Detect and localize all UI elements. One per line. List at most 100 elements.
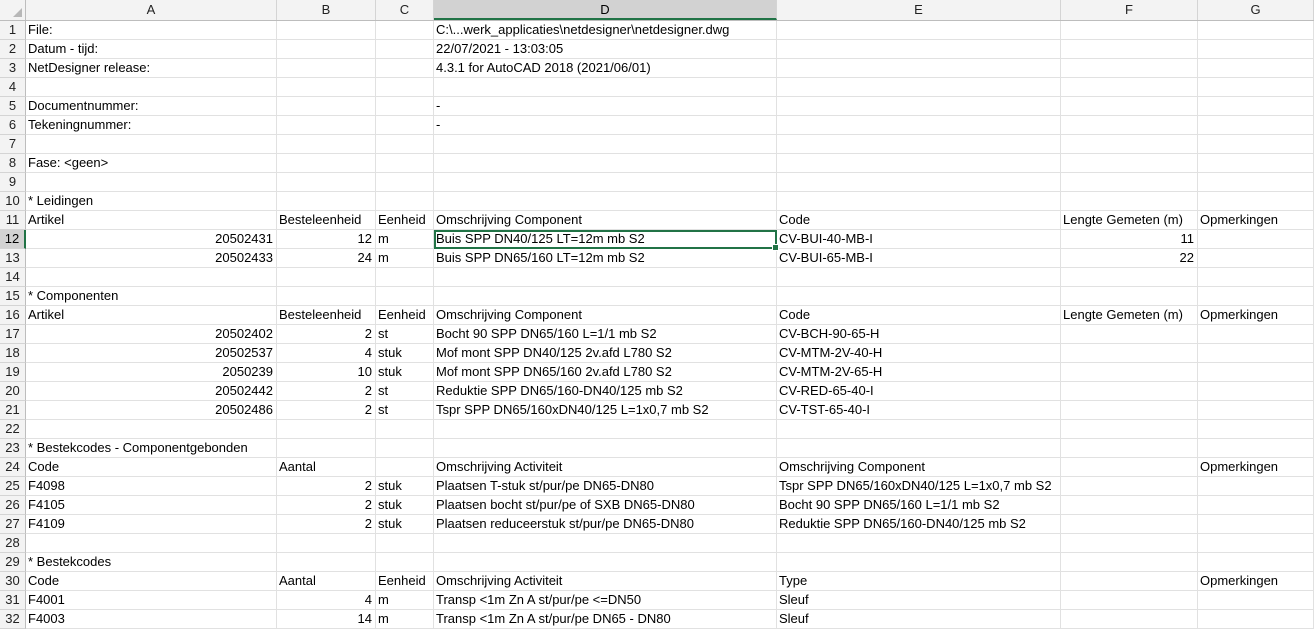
cell-f31[interactable] [1061, 591, 1198, 610]
cell-e1[interactable] [777, 21, 1061, 40]
cell-a9[interactable] [26, 173, 277, 192]
cell-a8[interactable]: Fase: <geen> [26, 154, 277, 173]
cell-f23[interactable] [1061, 439, 1198, 458]
column-header-a[interactable]: A [26, 0, 277, 20]
cell-g2[interactable] [1198, 40, 1314, 59]
cell-f30[interactable] [1061, 572, 1198, 591]
cell-g23[interactable] [1198, 439, 1314, 458]
column-header-g[interactable]: G [1198, 0, 1314, 20]
cell-e20[interactable]: CV-RED-65-40-I [777, 382, 1061, 401]
cell-b19[interactable]: 10 [277, 363, 376, 382]
cell-d14[interactable] [434, 268, 777, 287]
cell-e10[interactable] [777, 192, 1061, 211]
cell-c19[interactable]: stuk [376, 363, 434, 382]
row-header[interactable]: 7 [0, 135, 26, 154]
row-header[interactable]: 26 [0, 496, 26, 515]
cell-d4[interactable] [434, 78, 777, 97]
cell-c13[interactable]: m [376, 249, 434, 268]
cell-g29[interactable] [1198, 553, 1314, 572]
cell-a16[interactable]: Artikel [26, 306, 277, 325]
cell-d10[interactable] [434, 192, 777, 211]
cell-c26[interactable]: stuk [376, 496, 434, 515]
cell-b11[interactable]: Besteleenheid [277, 211, 376, 230]
row-header[interactable]: 22 [0, 420, 26, 439]
cell-b32[interactable]: 14 [277, 610, 376, 629]
cell-c22[interactable] [376, 420, 434, 439]
cell-g20[interactable] [1198, 382, 1314, 401]
cell-a11[interactable]: Artikel [26, 211, 277, 230]
cell-b13[interactable]: 24 [277, 249, 376, 268]
cell-g9[interactable] [1198, 173, 1314, 192]
cell-a19[interactable]: 2050239 [26, 363, 277, 382]
cell-d32[interactable]: Transp <1m Zn A st/pur/pe DN65 - DN80 [434, 610, 777, 629]
cell-d26[interactable]: Plaatsen bocht st/pur/pe of SXB DN65-DN8… [434, 496, 777, 515]
cell-a20[interactable]: 20502442 [26, 382, 277, 401]
row-header[interactable]: 8 [0, 154, 26, 173]
row-header[interactable]: 27 [0, 515, 26, 534]
cell-g13[interactable] [1198, 249, 1314, 268]
cell-b29[interactable] [277, 553, 376, 572]
cell-a30[interactable]: Code [26, 572, 277, 591]
cell-c9[interactable] [376, 173, 434, 192]
cell-d3[interactable]: 4.3.1 for AutoCAD 2018 (2021/06/01) [434, 59, 777, 78]
column-header-b[interactable]: B [277, 0, 376, 20]
row-header[interactable]: 11 [0, 211, 26, 230]
cell-g7[interactable] [1198, 135, 1314, 154]
cell-e32[interactable]: Sleuf [777, 610, 1061, 629]
cell-f26[interactable] [1061, 496, 1198, 515]
cell-d8[interactable] [434, 154, 777, 173]
cell-d25[interactable]: Plaatsen T-stuk st/pur/pe DN65-DN80 [434, 477, 777, 496]
row-header[interactable]: 29 [0, 553, 26, 572]
cell-b10[interactable] [277, 192, 376, 211]
cell-e17[interactable]: CV-BCH-90-65-H [777, 325, 1061, 344]
row-header[interactable]: 16 [0, 306, 26, 325]
cell-g4[interactable] [1198, 78, 1314, 97]
cell-g17[interactable] [1198, 325, 1314, 344]
cell-e21[interactable]: CV-TST-65-40-I [777, 401, 1061, 420]
cell-e3[interactable] [777, 59, 1061, 78]
cell-g22[interactable] [1198, 420, 1314, 439]
cell-e12[interactable]: CV-BUI-40-MB-I [777, 230, 1061, 249]
cell-b26[interactable]: 2 [277, 496, 376, 515]
cell-c5[interactable] [376, 97, 434, 116]
cell-a31[interactable]: F4001 [26, 591, 277, 610]
cell-e27[interactable]: Reduktie SPP DN65/160-DN40/125 mb S2 [777, 515, 1061, 534]
cell-c12[interactable]: m [376, 230, 434, 249]
cell-a4[interactable] [26, 78, 277, 97]
row-header[interactable]: 15 [0, 287, 26, 306]
cell-b15[interactable] [277, 287, 376, 306]
cell-d28[interactable] [434, 534, 777, 553]
cell-c21[interactable]: st [376, 401, 434, 420]
cell-g10[interactable] [1198, 192, 1314, 211]
cell-g26[interactable] [1198, 496, 1314, 515]
cell-g24[interactable]: Opmerkingen [1198, 458, 1314, 477]
row-header[interactable]: 3 [0, 59, 26, 78]
cell-b24[interactable]: Aantal [277, 458, 376, 477]
cell-b3[interactable] [277, 59, 376, 78]
cell-c31[interactable]: m [376, 591, 434, 610]
cell-f27[interactable] [1061, 515, 1198, 534]
cell-b17[interactable]: 2 [277, 325, 376, 344]
cell-e11[interactable]: Code [777, 211, 1061, 230]
cell-b21[interactable]: 2 [277, 401, 376, 420]
cell-f17[interactable] [1061, 325, 1198, 344]
cell-d1[interactable]: C:\...werk_applicaties\netdesigner\netde… [434, 21, 777, 40]
cell-b27[interactable]: 2 [277, 515, 376, 534]
cell-e25[interactable]: Tspr SPP DN65/160xDN40/125 L=1x0,7 mb S2 [777, 477, 1061, 496]
cell-d12[interactable]: Buis SPP DN40/125 LT=12m mb S2 [434, 230, 779, 251]
cell-d2[interactable]: 22/07/2021 - 13:03:05 [434, 40, 777, 59]
cell-f16[interactable]: Lengte Gemeten (m) [1061, 306, 1198, 325]
cell-f5[interactable] [1061, 97, 1198, 116]
cell-a26[interactable]: F4105 [26, 496, 277, 515]
cell-d21[interactable]: Tspr SPP DN65/160xDN40/125 L=1x0,7 mb S2 [434, 401, 777, 420]
cell-d30[interactable]: Omschrijving Activiteit [434, 572, 777, 591]
cell-a23[interactable]: * Bestekcodes - Componentgebonden [26, 439, 277, 458]
cell-b12[interactable]: 12 [277, 230, 376, 249]
cell-c25[interactable]: stuk [376, 477, 434, 496]
row-header[interactable]: 17 [0, 325, 26, 344]
cell-c16[interactable]: Eenheid [376, 306, 434, 325]
cell-f32[interactable] [1061, 610, 1198, 629]
row-header[interactable]: 31 [0, 591, 26, 610]
row-header[interactable]: 12 [0, 230, 26, 249]
row-header[interactable]: 2 [0, 40, 26, 59]
